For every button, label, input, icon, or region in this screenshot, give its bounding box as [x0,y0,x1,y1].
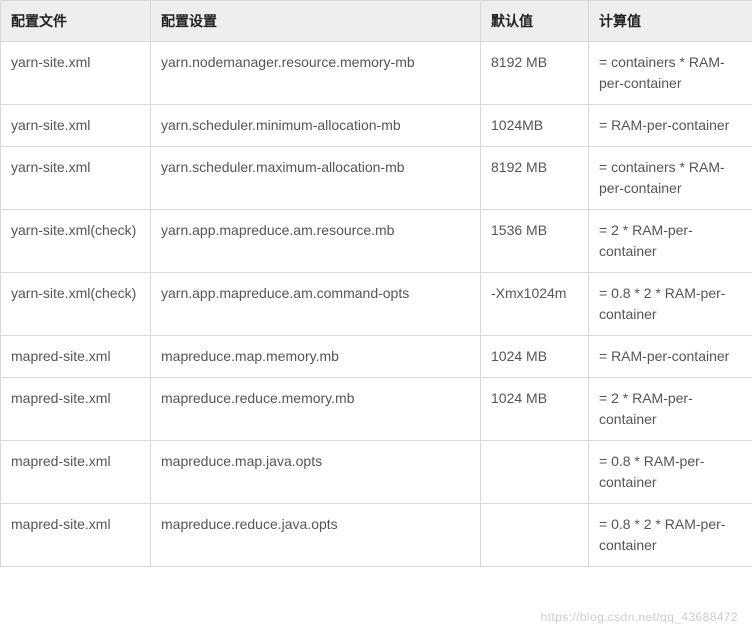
header-row: 配置文件 配置设置 默认值 计算值 [1,1,752,42]
cell-setting: yarn.app.mapreduce.am.resource.mb [151,210,481,273]
table-row: mapred-site.xml mapreduce.reduce.java.op… [1,504,752,567]
table-row: yarn-site.xml(check) yarn.app.mapreduce.… [1,210,752,273]
cell-calc: = 0.8 * 2 * RAM-per-container [589,504,752,567]
cell-setting: mapreduce.reduce.memory.mb [151,378,481,441]
cell-file: mapred-site.xml [1,336,151,378]
table-row: mapred-site.xml mapreduce.map.java.opts … [1,441,752,504]
cell-default: -Xmx1024m [481,273,589,336]
cell-default: 1536 MB [481,210,589,273]
table-row: yarn-site.xml(check) yarn.app.mapreduce.… [1,273,752,336]
table-row: mapred-site.xml mapreduce.reduce.memory.… [1,378,752,441]
cell-file: mapred-site.xml [1,441,151,504]
cell-default: 1024MB [481,105,589,147]
cell-setting: yarn.nodemanager.resource.memory-mb [151,42,481,105]
cell-file: yarn-site.xml [1,42,151,105]
cell-calc: = 2 * RAM-per-container [589,378,752,441]
cell-file: yarn-site.xml(check) [1,210,151,273]
table-row: yarn-site.xml yarn.nodemanager.resource.… [1,42,752,105]
cell-default [481,504,589,567]
cell-default: 1024 MB [481,378,589,441]
cell-setting: mapreduce.map.java.opts [151,441,481,504]
cell-file: yarn-site.xml(check) [1,273,151,336]
cell-setting: mapreduce.map.memory.mb [151,336,481,378]
cell-default: 8192 MB [481,147,589,210]
cell-setting: yarn.scheduler.minimum-allocation-mb [151,105,481,147]
cell-calc: = containers * RAM-per-container [589,147,752,210]
cell-calc: = RAM-per-container [589,105,752,147]
cell-file: yarn-site.xml [1,147,151,210]
cell-default: 1024 MB [481,336,589,378]
header-calc: 计算值 [589,1,752,42]
cell-calc: = containers * RAM-per-container [589,42,752,105]
header-setting: 配置设置 [151,1,481,42]
header-default: 默认值 [481,1,589,42]
cell-calc: = 0.8 * RAM-per-container [589,441,752,504]
cell-default [481,441,589,504]
cell-default: 8192 MB [481,42,589,105]
cell-file: mapred-site.xml [1,504,151,567]
cell-setting: yarn.scheduler.maximum-allocation-mb [151,147,481,210]
cell-file: yarn-site.xml [1,105,151,147]
table-row: yarn-site.xml yarn.scheduler.maximum-all… [1,147,752,210]
table-row: yarn-site.xml yarn.scheduler.minimum-all… [1,105,752,147]
table-row: mapred-site.xml mapreduce.map.memory.mb … [1,336,752,378]
cell-calc: = 0.8 * 2 * RAM-per-container [589,273,752,336]
watermark-text: https://blog.csdn.net/qq_43688472 [541,610,738,624]
cell-setting: mapreduce.reduce.java.opts [151,504,481,567]
cell-calc: = RAM-per-container [589,336,752,378]
cell-setting: yarn.app.mapreduce.am.command-opts [151,273,481,336]
header-file: 配置文件 [1,1,151,42]
config-table: 配置文件 配置设置 默认值 计算值 yarn-site.xml yarn.nod… [0,0,752,567]
table-body: yarn-site.xml yarn.nodemanager.resource.… [1,42,752,567]
cell-calc: = 2 * RAM-per-container [589,210,752,273]
cell-file: mapred-site.xml [1,378,151,441]
